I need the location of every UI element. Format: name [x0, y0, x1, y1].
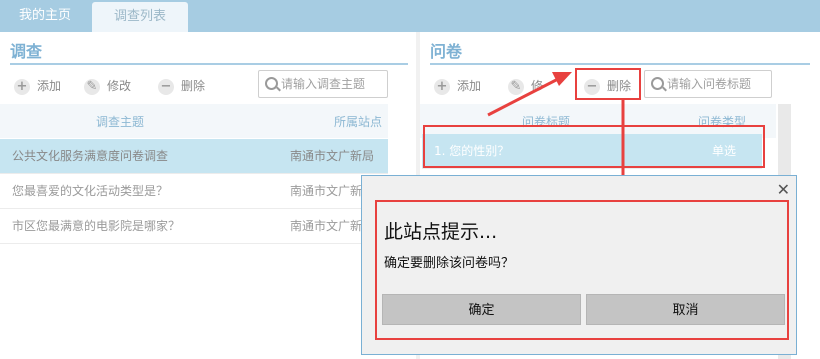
- close-icon[interactable]: ✕: [777, 180, 790, 199]
- annotation-dialog-highlight: [375, 200, 789, 340]
- arrow-to-delete: [487, 76, 561, 117]
